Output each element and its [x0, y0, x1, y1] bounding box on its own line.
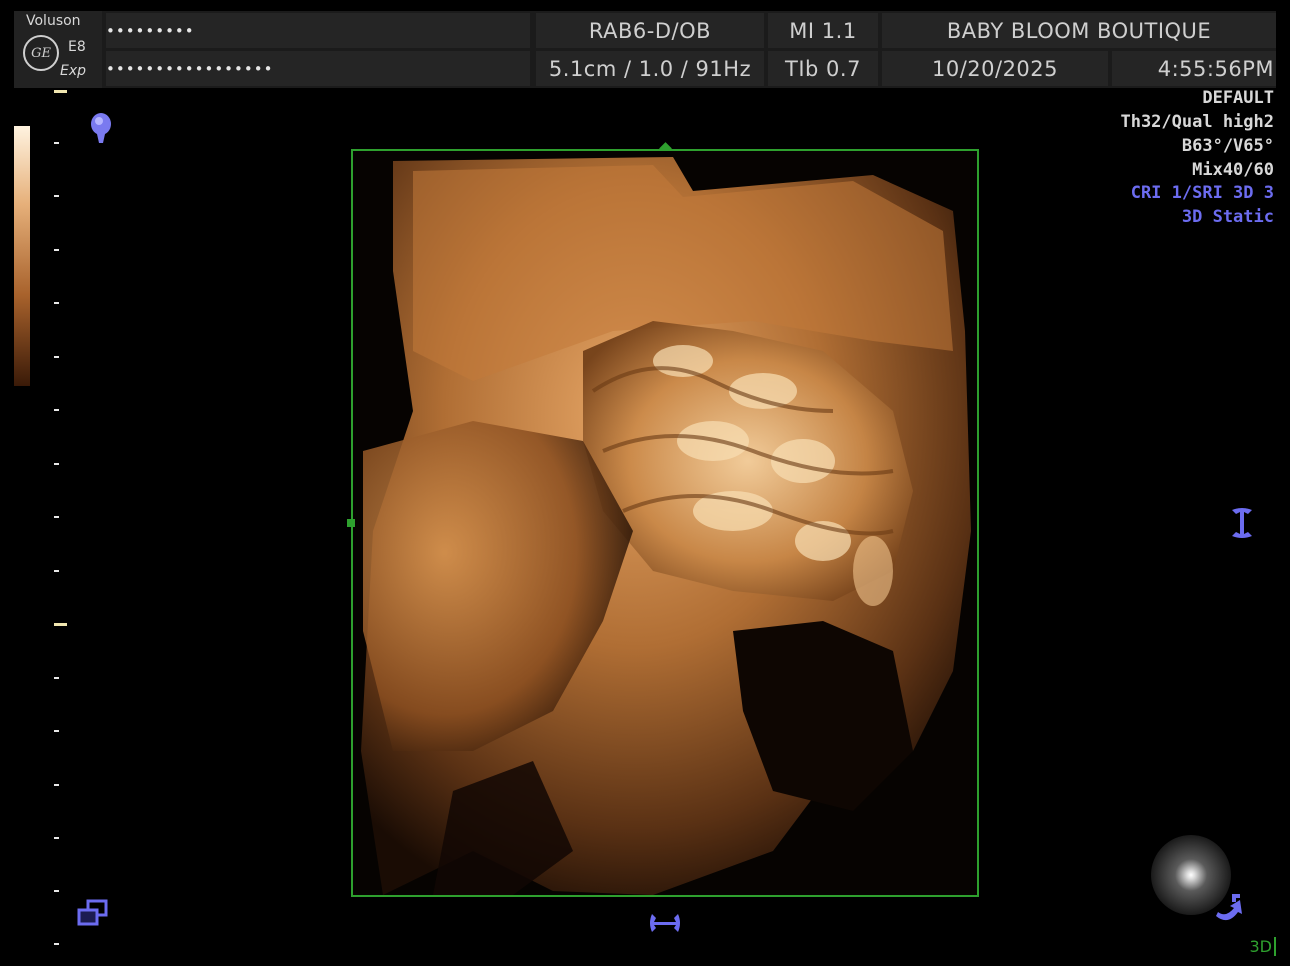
- depth-tick: [54, 623, 67, 626]
- tib-label: TIb 0.7: [785, 56, 861, 81]
- fetal-3d-render: [361, 157, 971, 895]
- mode-label: Exp: [60, 63, 87, 79]
- patient-name: •••••••••: [106, 21, 195, 40]
- angles-label: B63°/V65°: [1181, 136, 1274, 156]
- depth-tick: [54, 837, 59, 839]
- lightbulb-marker-icon[interactable]: [88, 110, 114, 146]
- logo-area: Voluson GE E8 Exp: [14, 11, 102, 88]
- rotate-horizontal-icon[interactable]: [648, 910, 682, 936]
- institution-label: BABY BLOOM BOUTIQUE: [946, 18, 1212, 43]
- depth-tick: [54, 570, 59, 572]
- probe-cell: RAB6-D/OB: [536, 13, 764, 48]
- render-mode-label: 3D Static: [1181, 207, 1274, 227]
- layers-icon[interactable]: [76, 898, 110, 928]
- header-bar: Voluson GE E8 Exp ••••••••• ••••••••••••…: [14, 11, 1276, 88]
- model-label: E8: [68, 39, 86, 55]
- time-cell: 4:55:56PM: [1112, 51, 1276, 86]
- depth-freq-label: 5.1cm / 1.0 / 91Hz: [548, 56, 752, 81]
- depth-tick: [54, 90, 67, 93]
- brand-label: Voluson: [26, 13, 81, 29]
- mi-cell: MI 1.1: [768, 13, 878, 48]
- institution-cell: BABY BLOOM BOUTIQUE: [882, 13, 1276, 48]
- color-map-bar: [14, 126, 30, 386]
- render-volume-box[interactable]: [351, 149, 979, 897]
- depth-tick: [54, 195, 59, 197]
- rotate-z-icon[interactable]: [1210, 892, 1246, 926]
- tib-cell: TIb 0.7: [768, 51, 878, 86]
- patient-id: •••••••••••••••••: [106, 59, 274, 78]
- depth-tick: [54, 142, 59, 144]
- depth-tick: [54, 463, 59, 465]
- depth-tick: [54, 784, 59, 786]
- preset-label: DEFAULT: [1202, 88, 1274, 108]
- rotate-vertical-icon[interactable]: [1228, 506, 1256, 540]
- probe-label: RAB6-D/OB: [588, 18, 712, 43]
- mix-label: Mix40/60: [1192, 160, 1274, 180]
- depth-tick: [54, 677, 59, 679]
- depth-tick: [54, 302, 59, 304]
- date-label: 10/20/2025: [931, 56, 1059, 81]
- quality-label: Th32/Qual high2: [1120, 112, 1274, 132]
- ge-logo-icon: GE: [23, 35, 59, 71]
- patient-id-cell: •••••••••••••••••: [106, 51, 530, 86]
- depth-tick: [54, 409, 59, 411]
- depth-tick: [54, 249, 59, 251]
- depth-cell: 5.1cm / 1.0 / 91Hz: [536, 51, 764, 86]
- mi-label: MI 1.1: [789, 18, 857, 43]
- time-label: 4:55:56PM: [1157, 56, 1274, 81]
- roi-left-handle[interactable]: [347, 519, 355, 527]
- date-cell: 10/20/2025: [882, 51, 1108, 86]
- depth-tick: [54, 890, 59, 892]
- depth-tick: [54, 943, 59, 945]
- mode-3d-label: 3D: [1250, 937, 1276, 956]
- depth-tick: [54, 730, 59, 732]
- patient-name-cell: •••••••••: [106, 13, 530, 48]
- depth-tick: [54, 356, 59, 358]
- cri-label: CRI 1/SRI 3D 3: [1130, 183, 1274, 203]
- depth-tick: [54, 516, 59, 518]
